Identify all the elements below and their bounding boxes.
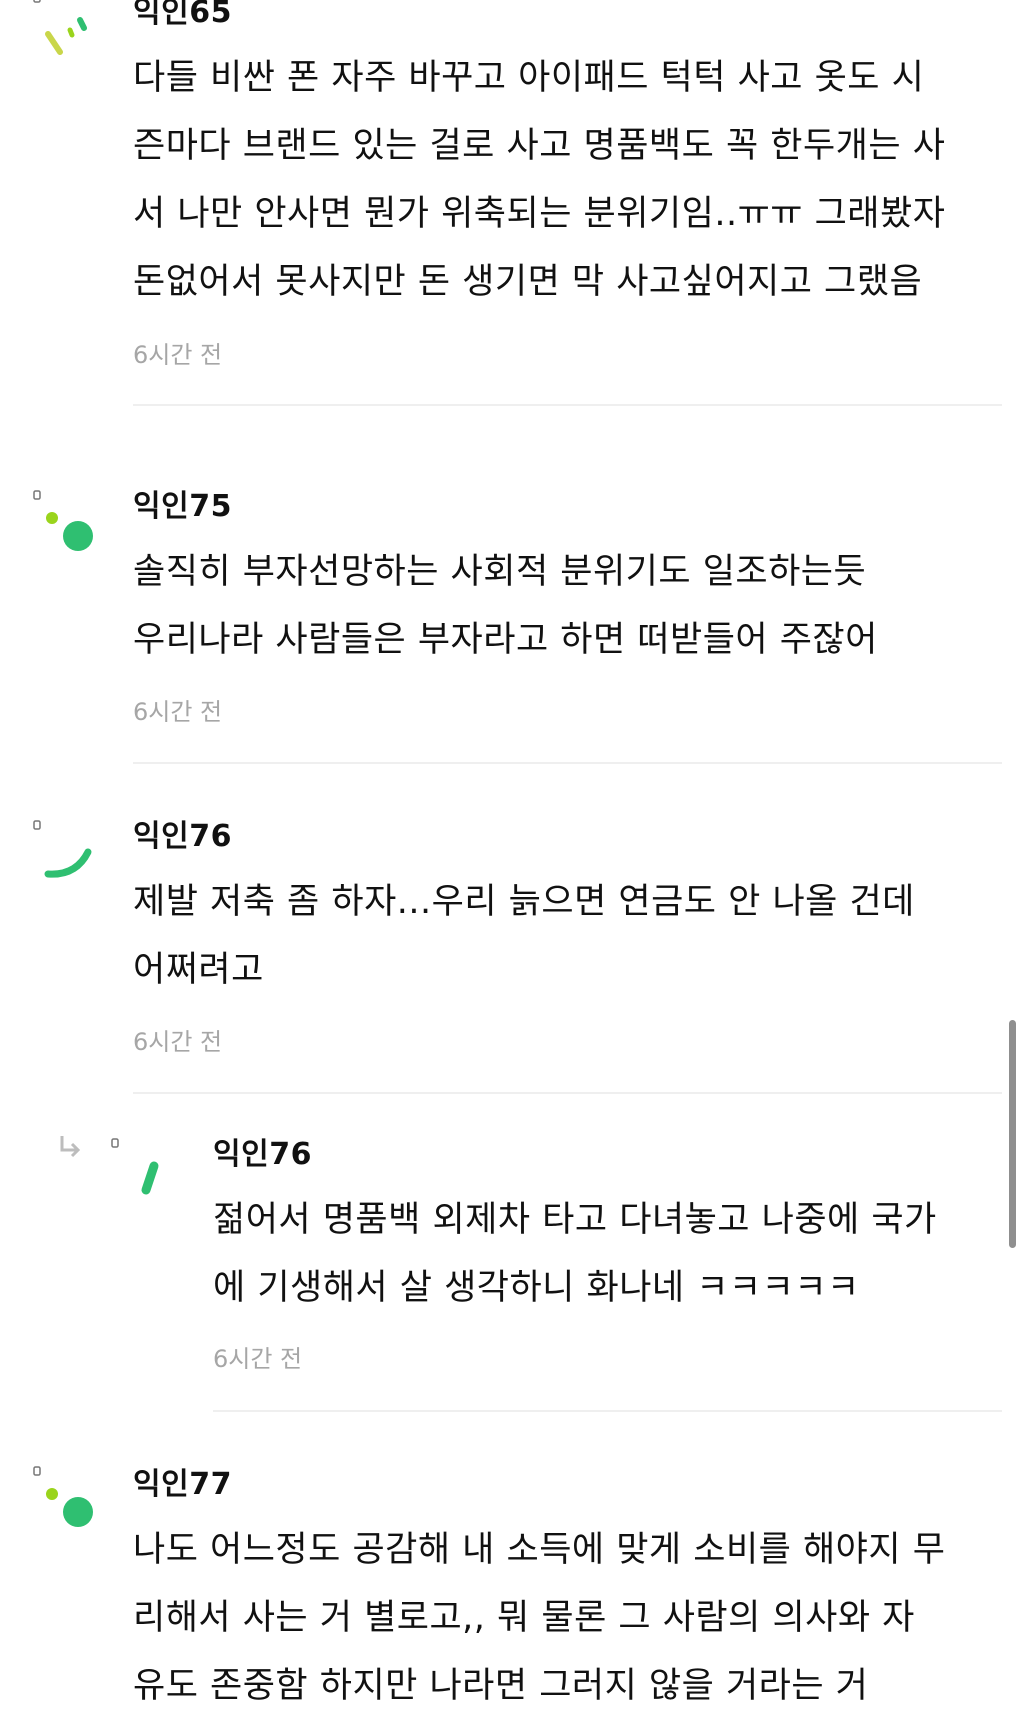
comment-line: 서 나만 안사면 뭔가 위축되는 분위기임..ㅠㅠ 그래봤자	[133, 194, 946, 234]
comment-text: 젊어서 명품백 외제차 타고 다녀놓고 나중에 국가 에 기생해서 살 생각하니…	[213, 1186, 1024, 1322]
comment-author[interactable]: 익인76	[213, 1138, 312, 1172]
dots-avatar-icon[interactable]	[30, 1464, 110, 1544]
comment-line: 우리나라 사람들은 부자라고 하면 떠받들어 주잖어	[133, 620, 878, 660]
comment-text: 나도 어느정도 공감해 내 소득에 맞게 소비를 해야지 무 리해서 사는 거 …	[133, 1516, 1003, 1720]
comment-author[interactable]: 익인76	[133, 820, 232, 854]
comment-line: 제발 저축 좀 하자...우리 늙으면 연금도 안 나올 건데	[133, 882, 915, 922]
comment-line: 솔직히 부자선망하는 사회적 분위기도 일조하는듯	[133, 552, 867, 592]
scrollbar-thumb[interactable]	[1009, 1020, 1016, 1248]
comment-text: 다들 비싼 폰 자주 바꾸고 아이패드 턱턱 사고 옷도 시 즌마다 브랜드 있…	[133, 44, 1003, 316]
divider	[133, 1092, 1002, 1094]
comment-author[interactable]: 익인75	[133, 490, 232, 524]
reply-arrow-icon	[60, 1136, 81, 1158]
comment-author[interactable]: 익인65	[133, 0, 232, 30]
comment-timestamp: 6시간 전	[213, 1345, 303, 1373]
comment-timestamp: 6시간 전	[133, 698, 223, 726]
divider	[133, 404, 1002, 406]
arc-avatar-icon[interactable]	[30, 818, 110, 898]
comment-text: 제발 저축 좀 하자...우리 늙으면 연금도 안 나올 건데 어쩌려고	[133, 868, 1003, 1004]
comment-line: 다들 비싼 폰 자주 바꾸고 아이패드 턱턱 사고 옷도 시	[133, 58, 925, 98]
comment-line: 어쩌려고	[133, 950, 264, 990]
comment-line: 나도 어느정도 공감해 내 소득에 맞게 소비를 해야지 무	[133, 1530, 946, 1570]
comment-line: 즌마다 브랜드 있는 걸로 사고 명품백도 꼭 한두개는 사	[133, 126, 946, 166]
comment-text: 솔직히 부자선망하는 사회적 분위기도 일조하는듯 우리나라 사람들은 부자라고…	[133, 538, 1003, 674]
dash-avatar-icon[interactable]	[108, 1136, 188, 1216]
confetti-avatar-icon[interactable]	[30, 0, 110, 80]
divider	[133, 762, 1002, 764]
comment-timestamp: 6시간 전	[133, 1028, 223, 1056]
comment-timestamp: 6시간 전	[133, 341, 223, 369]
dots-avatar-icon[interactable]	[30, 488, 110, 568]
comment-line: 돈없어서 못사지만 돈 생기면 막 사고싶어지고 그랬음	[133, 262, 923, 302]
divider	[213, 1410, 1002, 1412]
comment-line: 유도 존중함 하지만 나라면 그러지 않을 거라는 거	[133, 1666, 869, 1706]
comment-author[interactable]: 익인77	[133, 1468, 232, 1502]
comment-line: 젊어서 명품백 외제차 타고 다녀놓고 나중에 국가	[213, 1200, 937, 1240]
comment-line: 에 기생해서 살 생각하니 화나네 ㅋㅋㅋㅋㅋ	[213, 1268, 860, 1308]
comment-line: 리해서 사는 거 별로고,, 뭐 물론 그 사람의 의사와 자	[133, 1598, 915, 1638]
